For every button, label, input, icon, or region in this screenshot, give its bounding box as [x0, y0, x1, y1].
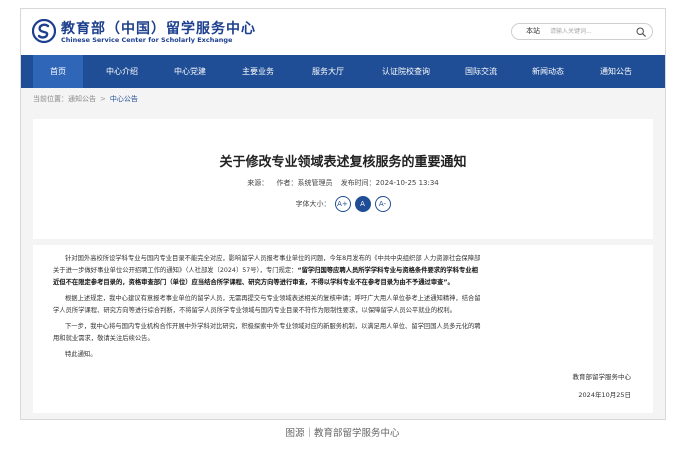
nav-services[interactable]: 主要业务	[227, 55, 289, 88]
para1-line3-bold: 近但不在限定参考目录的，资格审查部门（单位）应当结合所学课程、研究方向等进行审查…	[53, 279, 454, 286]
para1-line2: 关于进一步做好事业单位公开招聘工作的通知》（人社部发〔2024〕57号），专门规…	[53, 265, 637, 277]
nav-party[interactable]: 中心党建	[159, 55, 221, 88]
article-header-card: 关于修改专业领域表述复核服务的重要通知 来源： 作者：系统管理员 发布时间：20…	[33, 119, 653, 239]
para2-line2: 学人员所学课程、研究方向等进行综合判断，不将留学人员所学专业领域与国内专业目录不…	[53, 307, 456, 314]
para4-line1: 特此通知。	[65, 351, 97, 358]
article-meta: 来源： 作者：系统管理员 发布时间：2024-10-25 13:34	[33, 178, 653, 188]
image-caption: 图源｜教育部留学服务中心	[285, 428, 400, 439]
para1-line2-bold: “留学归国等应聘人员所学学科专业与资格条件要求的学科专业相	[297, 267, 478, 274]
nav-notices[interactable]: 通知公告	[585, 55, 647, 88]
breadcrumb-separator: >	[100, 95, 106, 103]
para1-line3: 近但不在限定参考目录的，资格审查部门（单位）应当结合所学课程、研究方向等进行审查…	[53, 277, 637, 289]
breadcrumb-bar: 当前位置：通知公告 > 中心公告	[21, 88, 665, 110]
article-source: 来源：	[247, 179, 269, 187]
search-scope-select[interactable]: 本站	[526, 26, 540, 36]
font-size-label: 字体大小：	[295, 200, 331, 208]
signature-org: 教育部留学服务中心	[572, 373, 632, 381]
breadcrumb-current[interactable]: 中心公告	[110, 95, 138, 103]
para3-line1: 下一步，我中心将与国内专业机构合作开展中外学科对比研究，积极探索中外专业领域对应…	[65, 323, 481, 330]
site-header: 教育部（中国）留学服务中心 Chinese Service Center for…	[21, 9, 665, 55]
search-icon[interactable]	[636, 27, 646, 37]
font-decrease-button[interactable]: A-	[374, 196, 391, 212]
site-logo-text-en: Chinese Service Center for Scholarly Exc…	[61, 36, 233, 44]
search-input[interactable]	[550, 26, 630, 37]
site-logo-text-cn[interactable]: 教育部（中国）留学服务中心	[61, 18, 256, 38]
search-box: 本站	[511, 23, 653, 40]
signature-date: 2024年10月25日	[578, 391, 631, 399]
article-paragraph-4: 特此通知。	[53, 349, 637, 361]
breadcrumb-prefix[interactable]: 当前位置：通知公告	[33, 95, 96, 103]
nav-news[interactable]: 新闻动态	[517, 55, 579, 88]
breadcrumb: 当前位置：通知公告 > 中心公告	[33, 94, 138, 104]
article-paragraph-3: 下一步，我中心将与国内专业机构合作开展中外学科对比研究，积极探索中外专业领域对应…	[53, 321, 637, 345]
cscse-logo-icon[interactable]	[32, 19, 56, 43]
nav-international[interactable]: 国际交流	[451, 55, 511, 88]
article-paragraph-1: 针对国外高校所设学科专业与国内专业目录不能完全对应，影响留学人员报考事业单位的问…	[53, 253, 637, 289]
para3-line2: 用和就业需求，敬请关注后续公告。	[53, 335, 154, 342]
nav-school-query[interactable]: 认证院校查询	[367, 55, 445, 88]
font-increase-button[interactable]: A+	[334, 196, 351, 212]
nav-service-hall[interactable]: 服务大厅	[295, 55, 361, 88]
nav-about[interactable]: 中心介绍	[91, 55, 153, 88]
article-author: 作者：系统管理员	[276, 179, 333, 187]
para1-line1: 针对国外高校所设学科专业与国内专业目录不能完全对应，影响留学人员报考事业单位的问…	[65, 255, 481, 262]
font-default-button[interactable]: A	[354, 196, 371, 212]
para2-line1: 根据上述规定，我中心建议有意报考事业单位的留学人员，无需再提交与专业领域表述相关…	[65, 295, 481, 302]
article-title: 关于修改专业领域表述复核服务的重要通知	[219, 155, 467, 170]
article-body: 针对国外高校所设学科专业与国内专业目录不能完全对应，影响留学人员报考事业单位的问…	[33, 245, 653, 413]
article-paragraph-2: 根据上述规定，我中心建议有意报考事业单位的留学人员，无需再提交与专业领域表述相关…	[53, 293, 637, 317]
nav-home[interactable]: 首页	[33, 55, 83, 88]
article-published: 发布时间：2024-10-25 13:34	[340, 179, 439, 187]
font-size-control: 字体大小： A+ A A-	[33, 196, 653, 212]
main-nav: 首页 中心介绍 中心党建 主要业务 服务大厅 认证院校查询 国际交流 新闻动态 …	[21, 55, 665, 88]
browser-page: 教育部（中国）留学服务中心 Chinese Service Center for…	[20, 8, 666, 420]
para1-line2-plain: 关于进一步做好事业单位公开招聘工作的通知》（人社部发〔2024〕57号），专门规…	[53, 267, 298, 274]
